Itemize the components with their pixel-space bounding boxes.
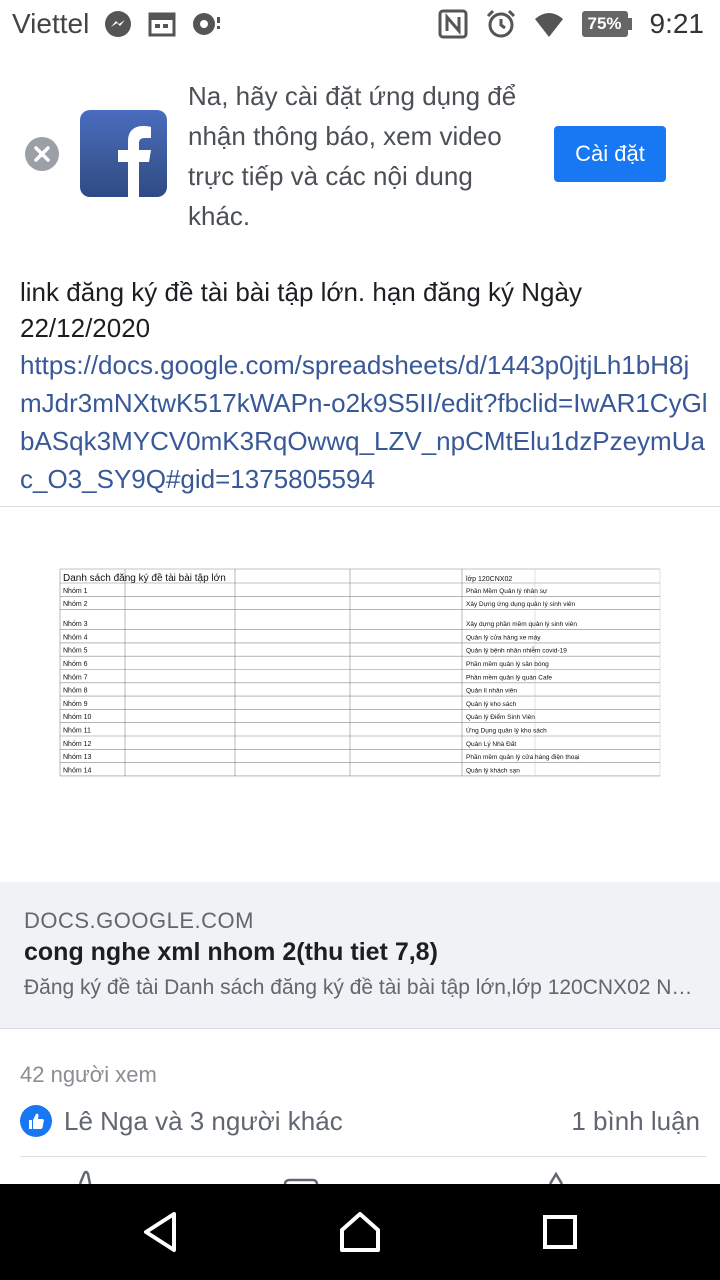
reactions-text: Lê Nga và 3 người khác	[64, 1105, 343, 1136]
link-description: Đăng ký đề tài Danh sách đăng ký đề tài …	[24, 976, 700, 999]
sheet-topic-label: Quản lý khách sạn	[466, 767, 520, 774]
link-preview-image[interactable]: Danh sách đăng ký đề tài bài tập lớn lớp…	[0, 507, 720, 882]
comment-count[interactable]: 1 bình luận	[571, 1106, 700, 1137]
messenger-icon	[105, 11, 132, 37]
post-link[interactable]: https://docs.google.com/spreadsheets/d/1…	[20, 346, 710, 498]
sheet-group-label: Nhóm 6	[63, 661, 88, 668]
sheet-group-label: Nhóm 1	[63, 588, 88, 595]
nfc-icon	[438, 9, 467, 39]
dismiss-banner-button[interactable]	[25, 137, 59, 171]
sheet-topic-label: Quản lí nhân viên	[466, 688, 517, 695]
battery-level: 75%	[581, 11, 628, 37]
sheet-class-label: lớp 120CNX02	[466, 576, 512, 583]
sheet-group-label: Nhóm 3	[63, 621, 88, 628]
sheet-topic-label: Quản Lý Nhà Đất	[466, 739, 516, 748]
record-icon	[193, 13, 221, 35]
alarm-icon	[486, 9, 515, 38]
back-icon[interactable]	[132, 1204, 188, 1260]
sheet-group-label: Nhóm 8	[63, 688, 88, 695]
sheet-topic-label: Xây dựng phần mềm quản lý sinh viên	[466, 619, 577, 628]
recents-icon[interactable]	[532, 1204, 588, 1260]
clock: 9:21	[649, 8, 705, 39]
sheet-group-label: Nhóm 7	[63, 674, 88, 681]
post-text: link đăng ký đề tài bài tập lớn. hạn đăn…	[20, 277, 582, 343]
link-title[interactable]: cong nghe xml nhom 2(thu tiet 7,8)	[24, 938, 438, 967]
sheet-topic-label: Ứng Dụng quản lý kho sách	[466, 726, 547, 735]
sheet-group-label: Nhóm 14	[63, 767, 92, 774]
sheet-topic-label: Xây Dựng ứng dụng quản lý sinh viên	[466, 601, 576, 608]
sheet-group-label: Nhóm 9	[63, 701, 88, 708]
sheet-group-label: Nhóm 12	[63, 741, 92, 748]
sheet-group-label: Nhóm 13	[63, 754, 92, 761]
wifi-icon	[534, 13, 563, 37]
sheet-group-label: Nhóm 10	[63, 714, 92, 721]
sheet-topic-label: Phần mềm quản lý cửa hàng điện thoại	[466, 752, 579, 761]
status-bar: Viettel 75% 9:21	[0, 0, 720, 48]
facebook-logo-icon	[80, 110, 167, 197]
sheet-topic-label: Quản lý cửa hàng xe máy	[466, 633, 541, 641]
carrier-label: Viettel	[12, 8, 90, 39]
spreadsheet-preview: Danh sách đăng ký đề tài bài tập lớn lớp…	[59, 568, 661, 777]
sheet-title: Danh sách đăng ký đề tài bài tập lớn	[63, 572, 226, 584]
divider	[20, 1156, 706, 1157]
sheet-topic-label: Phần mềm quản lý quán Cafe	[466, 672, 552, 681]
calendar-icon	[148, 12, 176, 37]
home-icon[interactable]	[332, 1204, 388, 1260]
sheet-topic-label: Quản lý kho sách	[466, 701, 517, 708]
sheet-group-label: Nhóm 11	[63, 728, 91, 735]
sheet-topic-label: Phần Mềm Quản lý nhân sự	[466, 586, 548, 595]
sheet-group-label: Nhóm 4	[63, 634, 88, 641]
reactions-summary[interactable]: Lê Nga và 3 người khác	[20, 1105, 343, 1137]
sheet-group-label: Nhóm 2	[63, 601, 88, 608]
sheet-topic-label: Phần mềm quản lý sân bóng	[466, 659, 549, 668]
install-banner-message: Na, hãy cài đặt ứng dụng để nhận thông b…	[188, 81, 517, 231]
post-body: link đăng ký đề tài bài tập lớn. hạn đăn…	[20, 274, 710, 498]
action-row-partial	[0, 1170, 720, 1184]
view-count: 42 người xem	[20, 1062, 157, 1087]
like-icon	[20, 1105, 52, 1137]
link-domain: DOCS.GOOGLE.COM	[24, 908, 254, 933]
system-nav-bar	[0, 1184, 720, 1280]
sheet-group-label: Nhóm 5	[63, 648, 88, 655]
sheet-topic-label: Quản lý bệnh nhân nhiễm covid-19	[466, 646, 567, 655]
install-app-button[interactable]: Cài đặt	[554, 126, 666, 182]
sheet-topic-label: Quản lý Điểm Sinh Viên	[466, 713, 535, 721]
battery-indicator: 75%	[581, 11, 632, 37]
close-icon	[34, 146, 50, 162]
